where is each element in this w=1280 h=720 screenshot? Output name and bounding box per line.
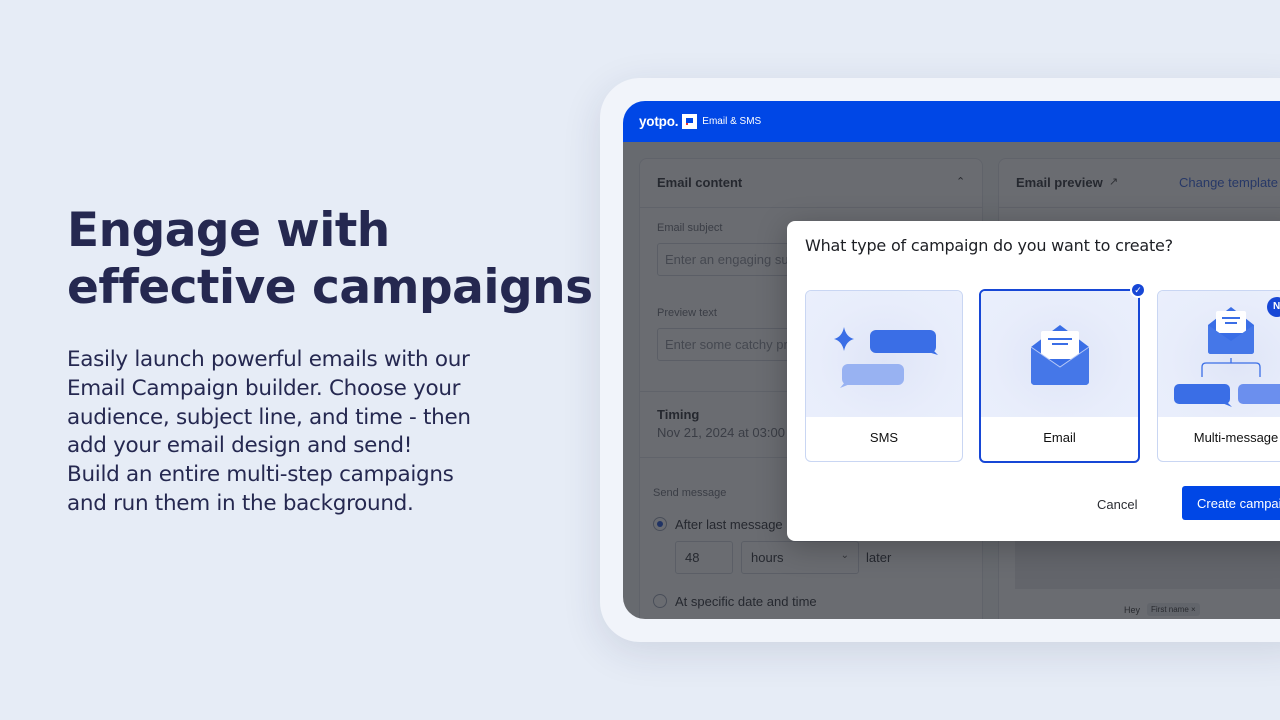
envelope-icon <box>981 291 1138 417</box>
campaign-option-label: SMS <box>869 430 899 445</box>
campaign-option-multi-message[interactable]: Multi-message <box>1157 290 1280 462</box>
hero-description-line: and run them in the background. <box>67 490 414 516</box>
yotpo-flag-icon <box>682 114 698 129</box>
hero-description: Easily launch powerful emails with our E… <box>67 346 527 519</box>
hero-description-line: Email Campaign builder. Choose your <box>67 375 461 401</box>
app-topbar: yotpo. Email & SMS <box>623 101 1280 142</box>
sms-bubbles-icon <box>806 291 962 417</box>
hero-description-line: Easily launch powerful emails with our <box>67 347 470 372</box>
hero-description-line: add your email design and send! <box>67 433 413 459</box>
hero-title: Engage with effective campaigns <box>67 202 593 316</box>
hero-title-line: effective campaigns <box>67 260 593 315</box>
campaign-option-label: Email <box>1043 430 1076 445</box>
modal-title: What type of campaign do you want to cre… <box>805 236 1173 255</box>
campaign-option-email[interactable]: Email <box>979 289 1140 463</box>
cancel-button[interactable]: Cancel <box>1097 497 1137 512</box>
campaign-type-modal: What type of campaign do you want to cre… <box>787 221 1280 541</box>
app-name: Email & SMS <box>702 116 762 127</box>
hero-description-line: audience, subject line, and time - then <box>67 404 471 430</box>
campaign-option-sms[interactable]: SMS <box>805 290 963 462</box>
create-campaign-button[interactable]: Create campaign <box>1182 486 1280 520</box>
hero-description-line: Build an entire multi-step campaigns <box>67 462 454 488</box>
new-badge: N <box>1267 297 1280 317</box>
hero-title-line: Engage with <box>67 203 390 258</box>
multi-message-flow-icon <box>1158 291 1280 417</box>
yotpo-logo[interactable]: yotpo. <box>639 114 678 129</box>
selected-check-icon: ✓ <box>1130 282 1146 298</box>
campaign-option-label: Multi-message <box>1193 430 1279 445</box>
